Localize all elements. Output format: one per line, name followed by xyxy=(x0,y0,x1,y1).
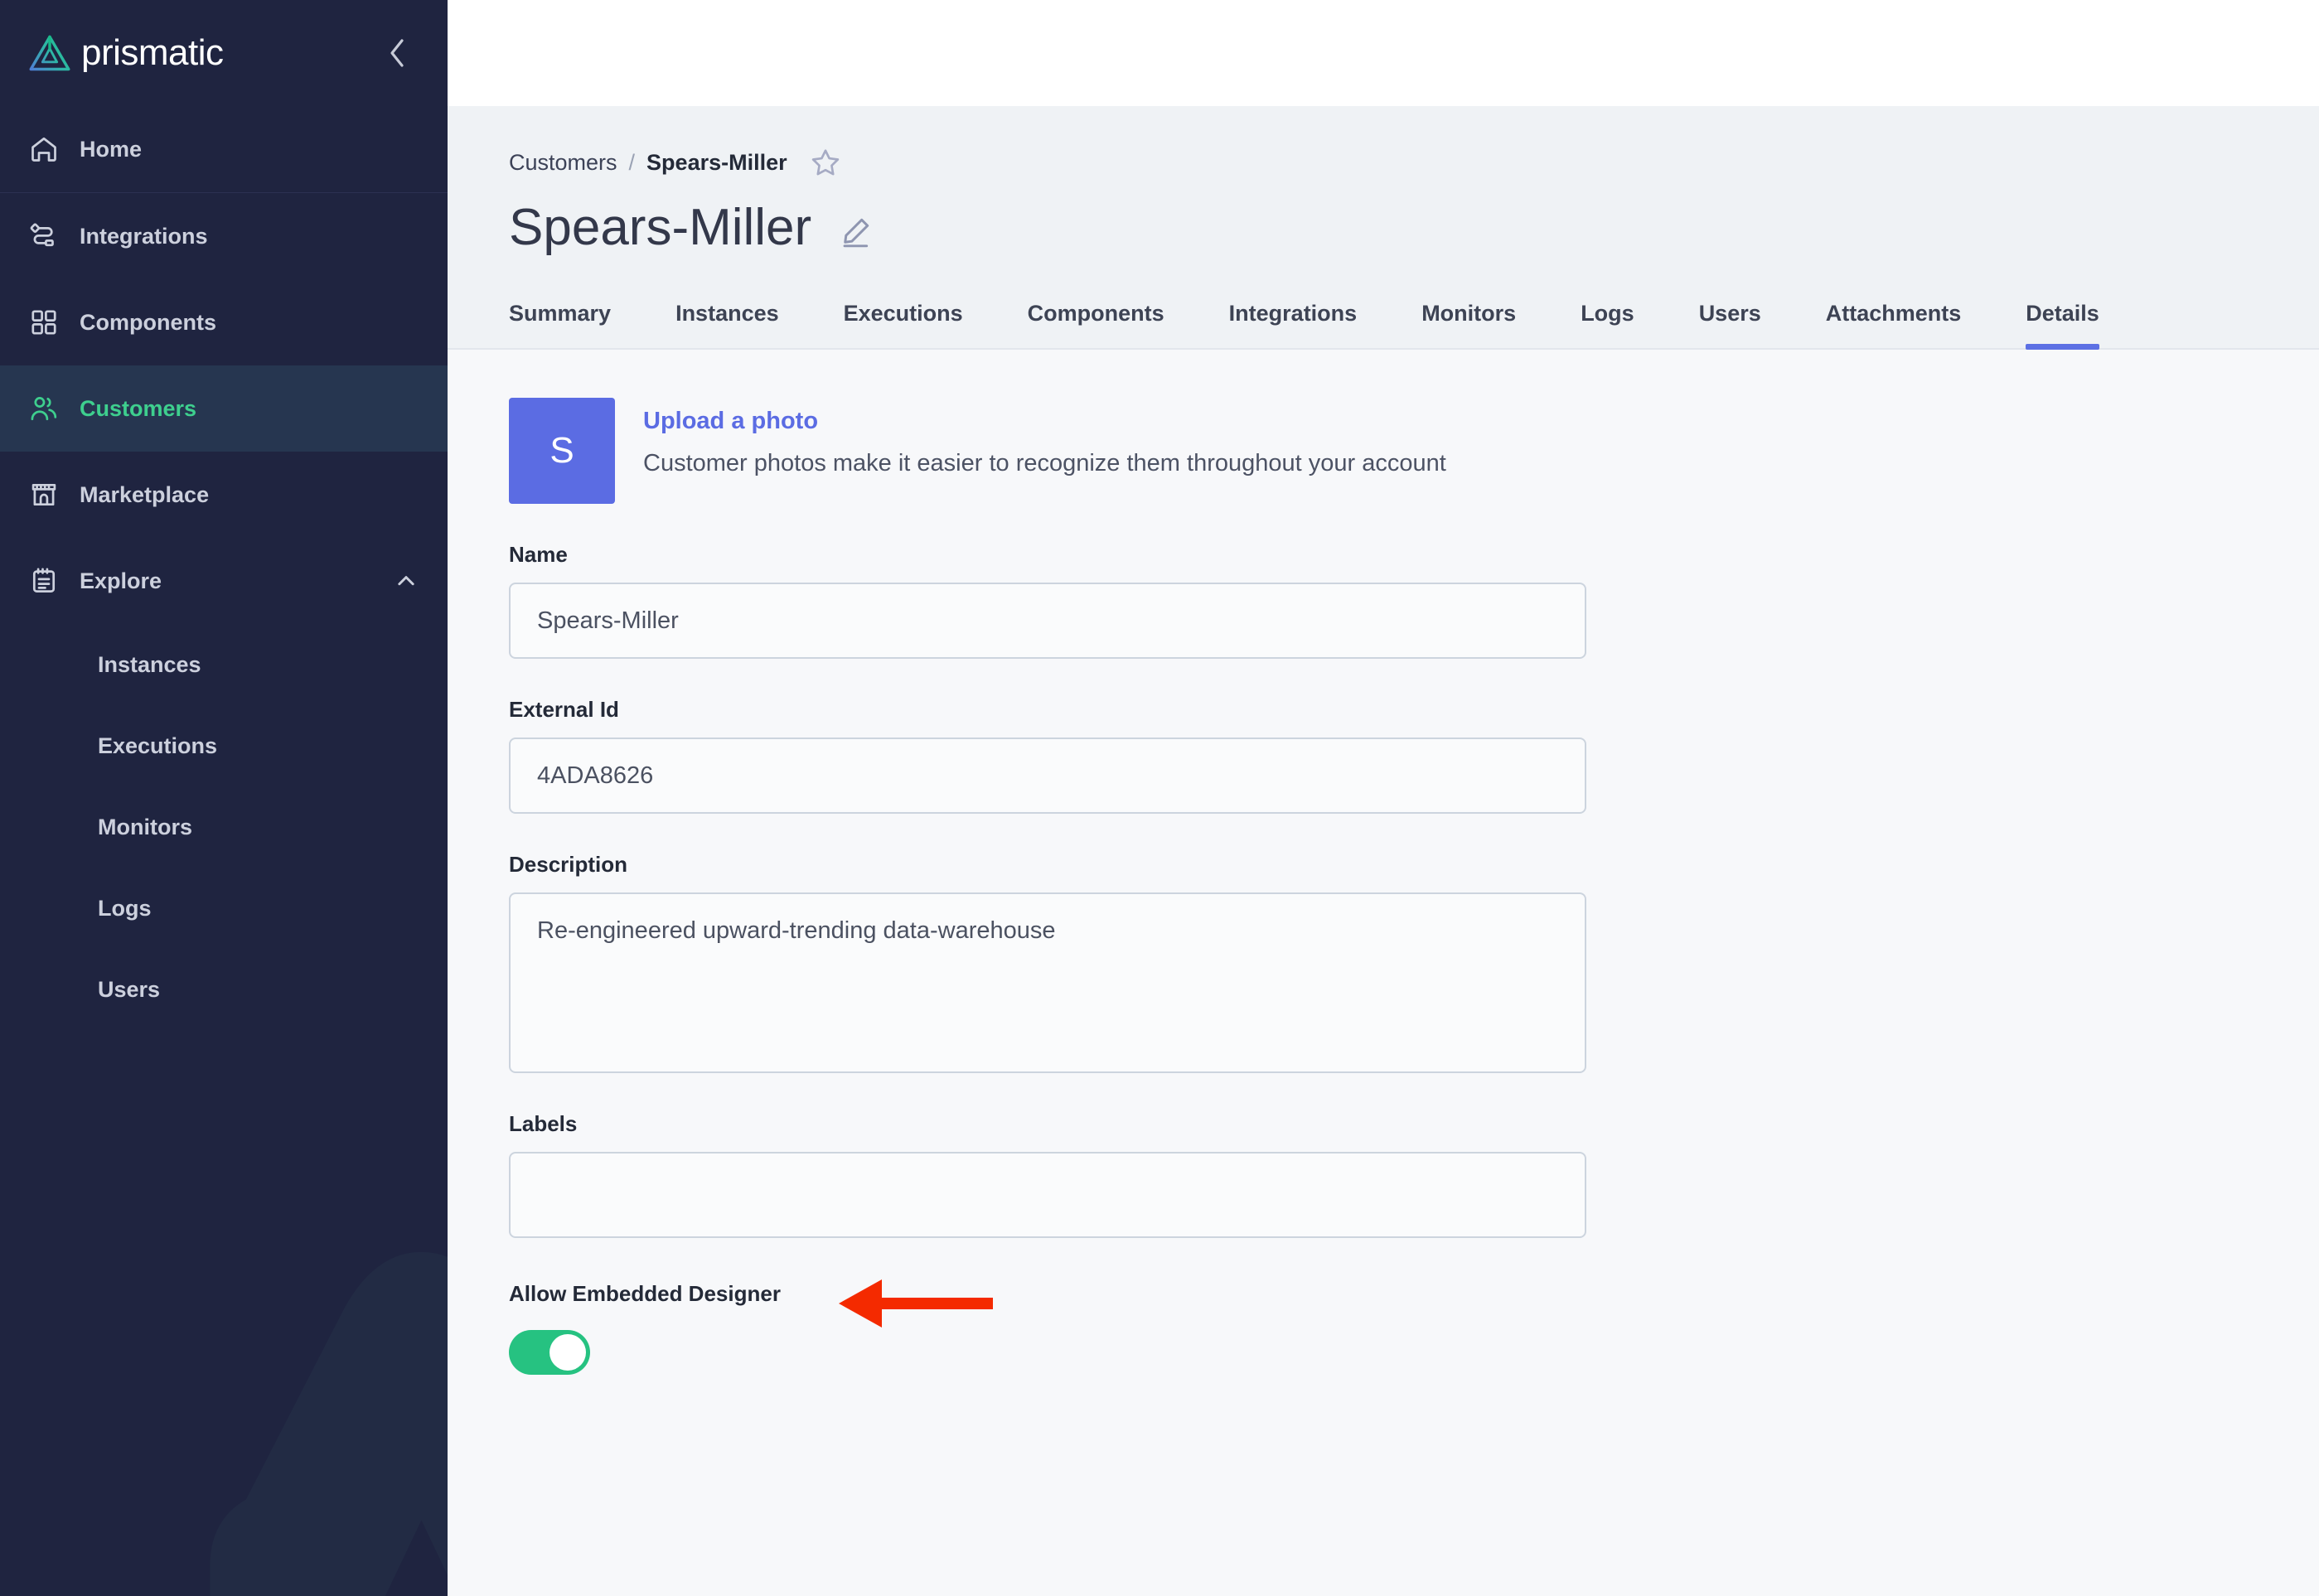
sidebar-item-home[interactable]: Home xyxy=(0,106,448,192)
external-id-label: External Id xyxy=(509,697,619,723)
field-name: Name Spears-Miller xyxy=(509,542,2319,660)
field-labels: Labels xyxy=(509,1111,2319,1239)
tab-executions[interactable]: Executions xyxy=(844,301,963,348)
clipboard-icon xyxy=(28,565,60,597)
sidebar-item-integrations[interactable]: Integrations xyxy=(0,193,448,279)
sidebar-collapse-chevron-left-icon[interactable] xyxy=(380,35,416,71)
chevron-up-icon[interactable] xyxy=(393,568,419,594)
tab-monitors[interactable]: Monitors xyxy=(1421,301,1516,348)
photo-copy: Upload a photo Customer photos make it e… xyxy=(643,398,1446,477)
sidebar-item-explore[interactable]: Explore xyxy=(0,538,448,624)
sidebar-item-monitors[interactable]: Monitors xyxy=(0,786,448,868)
components-grid-icon xyxy=(28,307,60,338)
allow-embedded-designer-label: Allow Embedded Designer xyxy=(509,1281,781,1307)
sidebar-subitem-label: Logs xyxy=(98,895,152,921)
field-description: Description Re-engineered upward-trendin… xyxy=(509,852,2319,1074)
sidebar-item-components[interactable]: Components xyxy=(0,279,448,365)
prismatic-triangle-logo-icon xyxy=(29,35,70,71)
sidebar-item-label: Home xyxy=(80,136,143,162)
avatar-initial: S xyxy=(549,430,574,472)
tab-instances[interactable]: Instances xyxy=(675,301,779,348)
users-group-icon xyxy=(28,393,60,424)
sidebar-subitem-label: Monitors xyxy=(98,814,192,839)
sidebar-subitem-label: Users xyxy=(98,976,161,1002)
tab-components[interactable]: Components xyxy=(1028,301,1164,348)
sidebar: prismatic Home Integrations Components C… xyxy=(0,0,448,1596)
brand-logo[interactable]: prismatic xyxy=(28,31,380,75)
sidebar-item-label: Integrations xyxy=(80,223,208,249)
tab-logs[interactable]: Logs xyxy=(1581,301,1634,348)
sidebar-item-customers[interactable]: Customers xyxy=(0,365,448,452)
breadcrumb-area: Customers / Spears-Miller Spears-Miller xyxy=(448,106,2319,254)
page-title: Spears-Miller xyxy=(509,199,812,256)
main-area: Customers / Spears-Miller Spears-Miller xyxy=(448,0,2319,1596)
red-arrow-pointing-left-icon xyxy=(839,1279,993,1328)
tab-summary[interactable]: Summary xyxy=(509,301,611,348)
sidebar-item-label: Marketplace xyxy=(80,481,210,507)
breadcrumb-current: Spears-Miller xyxy=(646,149,787,175)
breadcrumb: Customers / Spears-Miller xyxy=(509,146,2319,179)
sidebar-item-logs[interactable]: Logs xyxy=(0,868,448,949)
sidebar-watermark-logo xyxy=(210,1251,448,1596)
upload-photo-link[interactable]: Upload a photo xyxy=(643,408,818,435)
name-input[interactable]: Spears-Miller xyxy=(509,583,1586,660)
labels-input[interactable] xyxy=(509,1152,1586,1239)
labels-label: Labels xyxy=(509,1111,578,1137)
sidebar-subitem-label: Instances xyxy=(98,651,201,677)
app-root: prismatic Home Integrations Components C… xyxy=(0,0,2319,1596)
name-label: Name xyxy=(509,542,568,568)
sidebar-item-marketplace[interactable]: Marketplace xyxy=(0,452,448,538)
content-wrapper: Customers / Spears-Miller Spears-Miller xyxy=(448,106,2319,1596)
integrations-icon xyxy=(28,220,60,252)
pencil-edit-icon[interactable] xyxy=(836,213,874,251)
toggle-label-row: Allow Embedded Designer xyxy=(509,1281,2319,1307)
tab-bar: Summary Instances Executions Components … xyxy=(448,301,2319,351)
home-icon xyxy=(28,133,60,165)
sidebar-item-label: Components xyxy=(80,309,216,335)
photo-help-text: Customer photos make it easier to recogn… xyxy=(643,450,1446,477)
external-id-input[interactable]: 4ADA8626 xyxy=(509,738,1586,815)
toggle-knob xyxy=(549,1334,586,1371)
avatar: S xyxy=(509,398,615,505)
sidebar-nav: Home Integrations Components Customers M… xyxy=(0,106,448,1030)
tab-details[interactable]: Details xyxy=(2026,301,2099,351)
sidebar-item-instances[interactable]: Instances xyxy=(0,624,448,705)
star-outline-icon[interactable] xyxy=(809,146,842,179)
brand-name: prismatic xyxy=(81,32,224,73)
sidebar-item-users[interactable]: Users xyxy=(0,949,448,1030)
description-textarea[interactable]: Re-engineered upward-trending data-wareh… xyxy=(509,892,1586,1074)
sidebar-item-label: Customers xyxy=(80,395,197,421)
sidebar-item-label: Explore xyxy=(80,568,162,593)
tab-users[interactable]: Users xyxy=(1699,301,1761,348)
field-external-id: External Id 4ADA8626 xyxy=(509,697,2319,815)
photo-upload-row: S Upload a photo Customer photos make it… xyxy=(509,398,2319,505)
description-label: Description xyxy=(509,852,628,878)
storefront-icon xyxy=(28,479,60,510)
details-panel: S Upload a photo Customer photos make it… xyxy=(448,350,2319,1596)
title-row: Spears-Miller xyxy=(509,201,2319,254)
sidebar-subitem-label: Executions xyxy=(98,733,218,758)
sidebar-item-executions[interactable]: Executions xyxy=(0,705,448,786)
breadcrumb-separator: / xyxy=(628,149,636,175)
tab-integrations[interactable]: Integrations xyxy=(1229,301,1358,348)
breadcrumb-customers-link[interactable]: Customers xyxy=(509,150,617,176)
allow-embedded-designer-toggle[interactable] xyxy=(509,1330,590,1376)
sidebar-header: prismatic xyxy=(0,0,448,106)
tab-attachments[interactable]: Attachments xyxy=(1826,301,1962,348)
field-allow-embedded-designer: Allow Embedded Designer xyxy=(509,1279,2319,1376)
top-bar xyxy=(448,0,2319,106)
